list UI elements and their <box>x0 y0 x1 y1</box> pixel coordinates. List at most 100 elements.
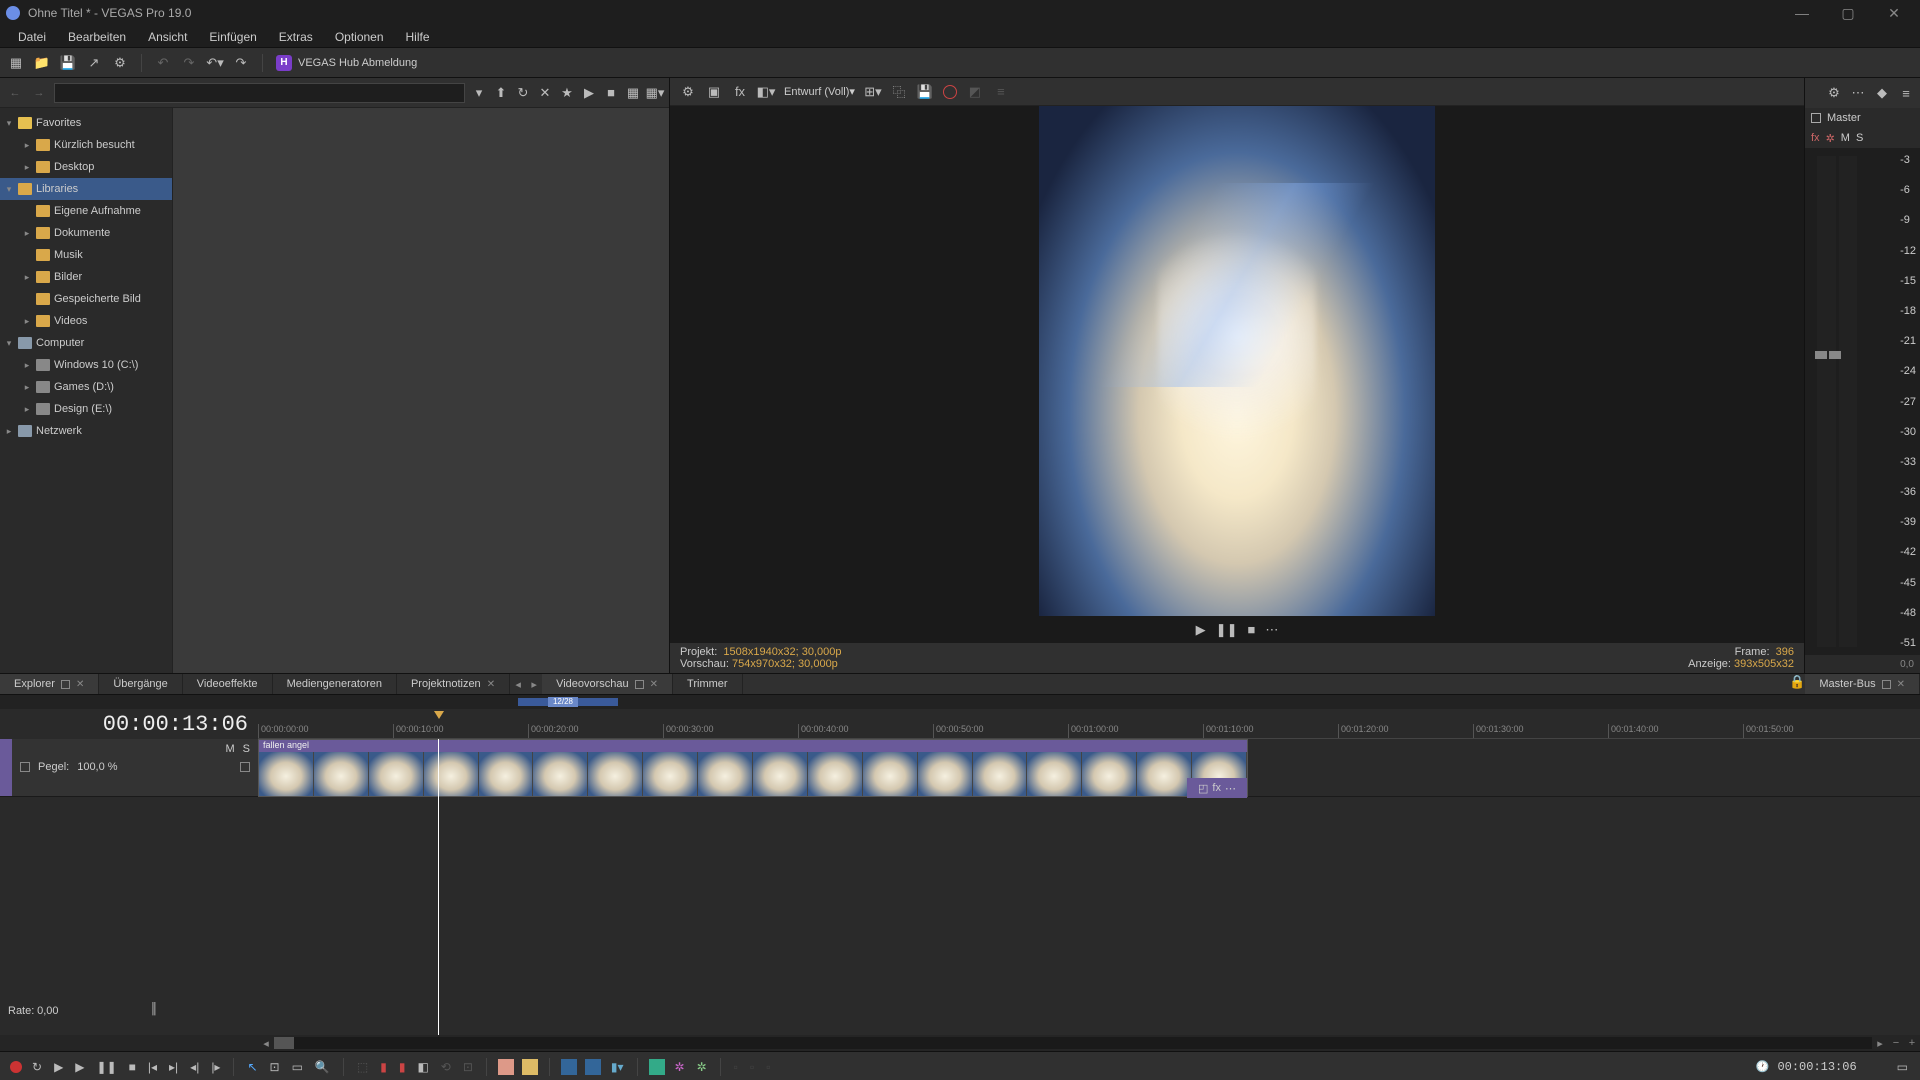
tab-close-icon[interactable]: ✕ <box>487 679 495 690</box>
stop-icon[interactable]: ■ <box>603 85 619 101</box>
up-folder-icon[interactable]: ⬆ <box>493 85 509 101</box>
tab-undock-icon[interactable] <box>635 680 644 689</box>
playhead-marker-icon[interactable] <box>434 711 444 719</box>
go-end-button[interactable]: ▸| <box>167 1060 180 1074</box>
twisty-icon[interactable]: ▾ <box>4 184 14 195</box>
marker-split-button[interactable]: ◧ <box>415 1060 430 1074</box>
twisty-icon[interactable]: ▾ <box>4 338 14 349</box>
folder-tree[interactable]: ▾Favorites▸Kürzlich besucht▸Desktop▾Libr… <box>0 108 172 673</box>
menu-extras[interactable]: Extras <box>269 28 323 46</box>
video-preview[interactable] <box>670 106 1804 616</box>
pause-button[interactable]: ❚❚ <box>95 1060 119 1074</box>
loop-button[interactable]: ↻ <box>30 1060 44 1074</box>
scroll-left-icon[interactable]: ◂ <box>258 1037 274 1050</box>
auto-ripple-button[interactable]: ⟲ <box>439 1060 453 1074</box>
tree-item[interactable]: ▸Design (E:\) <box>0 398 172 420</box>
vegas-hub[interactable]: H VEGAS Hub Abmeldung <box>276 55 417 71</box>
twisty-icon[interactable]: ▸ <box>22 404 32 415</box>
preview-stop-button[interactable]: ■ <box>1247 622 1255 637</box>
nav-back-icon[interactable]: ← <box>6 87 24 99</box>
meter-fader-icon[interactable] <box>1815 351 1841 359</box>
zoom-out-icon[interactable]: − <box>1888 1037 1904 1049</box>
cd-track-button[interactable] <box>585 1059 601 1075</box>
menu-einfuegen[interactable]: Einfügen <box>199 28 266 46</box>
master-gear-icon[interactable]: ⚙ <box>1826 85 1842 101</box>
nav-forward-icon[interactable]: → <box>30 87 48 99</box>
prev-frame-button[interactable]: ◂| <box>188 1060 201 1074</box>
preview-record-icon[interactable] <box>943 85 957 99</box>
tree-item[interactable]: ▸Dokumente <box>0 222 172 244</box>
twisty-icon[interactable]: ▸ <box>22 382 32 393</box>
tab-close-icon[interactable]: ✕ <box>76 679 84 690</box>
video-clip[interactable]: fallen angel ◰ fx ⋯ <box>258 739 1248 797</box>
selection-tool[interactable]: ▭ <box>290 1060 305 1074</box>
save-icon[interactable]: 💾 <box>60 55 76 71</box>
tab-trimmer[interactable]: Trimmer <box>673 674 743 694</box>
master-meter[interactable]: -3-6-9-12-15-18-21-24-27-30-33-36-39-42-… <box>1805 148 1920 655</box>
twisty-icon[interactable]: ▸ <box>4 426 14 437</box>
preview-pause-button[interactable]: ❚❚ <box>1216 622 1238 638</box>
timeline-overview[interactable]: 12/28 <box>0 695 1920 709</box>
tab-mediengeneratoren[interactable]: Mediengeneratoren <box>273 674 397 694</box>
marker-yellow-button[interactable] <box>522 1059 538 1075</box>
region-dropdown[interactable]: ▮▾ <box>609 1060 626 1074</box>
minimize-button[interactable]: ― <box>1788 4 1816 22</box>
tab-videovorschau[interactable]: Videovorschau✕ <box>542 674 673 694</box>
tab-close-icon[interactable]: ✕ <box>1897 679 1905 690</box>
fx-automation-button[interactable]: ✲ <box>673 1060 687 1074</box>
envelope-tool[interactable]: ⊡ <box>268 1060 282 1074</box>
preview-list-icon[interactable]: ≡ <box>993 84 1009 100</box>
close-button[interactable]: ✕ <box>1880 4 1908 22</box>
address-input[interactable] <box>54 83 465 103</box>
render-icon[interactable]: ↗ <box>86 55 102 71</box>
lock-envelopes-button[interactable]: ⊡ <box>461 1060 475 1074</box>
tab-close-icon[interactable]: ✕ <box>650 679 658 690</box>
tab-bergnge[interactable]: Übergänge <box>99 674 182 694</box>
scrollbar-thumb[interactable] <box>274 1037 294 1049</box>
tab-masterbus[interactable]: Master-Bus✕ <box>1805 674 1920 694</box>
preview-props-icon[interactable]: ⚙ <box>680 84 696 100</box>
play-button[interactable]: ▶ <box>73 1060 86 1074</box>
tabs-left-scroll-left-icon[interactable]: ◂ <box>510 674 526 694</box>
clip-controls[interactable]: ◰ fx ⋯ <box>1187 778 1247 798</box>
twisty-icon[interactable]: ▾ <box>4 118 14 129</box>
preview-overlays-icon[interactable]: ⊞▾ <box>865 84 881 100</box>
refresh-icon[interactable]: ↻ <box>515 85 531 101</box>
go-start-button[interactable]: |◂ <box>146 1060 159 1074</box>
normal-edit-tool[interactable]: ↖ <box>245 1060 259 1074</box>
scroll-right-icon[interactable]: ▸ <box>1872 1037 1888 1050</box>
zoom-in-icon[interactable]: + <box>1904 1037 1920 1049</box>
track-content[interactable]: fallen angel ◰ fx ⋯ <box>258 739 1920 1035</box>
tab-videoeffekte[interactable]: Videoeffekte <box>183 674 273 694</box>
tab-projektnotizen[interactable]: Projektnotizen✕ <box>397 674 510 694</box>
twisty-icon[interactable]: ▸ <box>22 140 32 151</box>
track-motion-icon[interactable] <box>240 762 250 772</box>
snap-button[interactable]: ⬚ <box>355 1060 370 1074</box>
clip-crop-icon[interactable]: ◰ <box>1198 782 1208 795</box>
master-auto-icon[interactable]: ✲ <box>1826 132 1835 145</box>
tree-item[interactable]: Eigene Aufnahme <box>0 200 172 222</box>
marker-orange-button[interactable] <box>498 1059 514 1075</box>
play-icon[interactable]: ▶ <box>581 85 597 101</box>
view-mode-icon[interactable]: ▦▾ <box>647 85 663 101</box>
tab-explorer[interactable]: Explorer✕ <box>0 674 99 694</box>
preview-fx-icon[interactable]: fx <box>732 84 748 100</box>
tab-undock-icon[interactable] <box>61 680 70 689</box>
menu-hilfe[interactable]: Hilfe <box>396 28 440 46</box>
timeline-scrollbar[interactable]: ◂ ▸ − + <box>0 1035 1920 1051</box>
record-button[interactable] <box>10 1061 22 1073</box>
master-solo-button[interactable]: S <box>1856 132 1863 144</box>
track-color-bar[interactable] <box>0 739 12 796</box>
marker-red2-button[interactable]: ▮ <box>397 1060 408 1074</box>
timeline-timecode[interactable]: 00:00:13:06 <box>0 709 258 739</box>
file-list[interactable] <box>172 108 669 673</box>
open-icon[interactable]: 📁 <box>34 55 50 71</box>
timeline-ruler[interactable]: 00:00:00:0000:00:10:0000:00:20:0000:00:3… <box>258 709 1920 739</box>
clip-more-icon[interactable]: ⋯ <box>1225 782 1236 795</box>
tree-item[interactable]: ▸Videos <box>0 310 172 332</box>
marker-red-button[interactable]: ▮ <box>378 1060 389 1074</box>
preview-copy-icon[interactable]: ⿻ <box>891 84 907 100</box>
tree-item[interactable]: ▸Netzwerk <box>0 420 172 442</box>
preview-play-button[interactable]: ▶ <box>1196 622 1206 638</box>
twisty-icon[interactable]: ▸ <box>22 272 32 283</box>
